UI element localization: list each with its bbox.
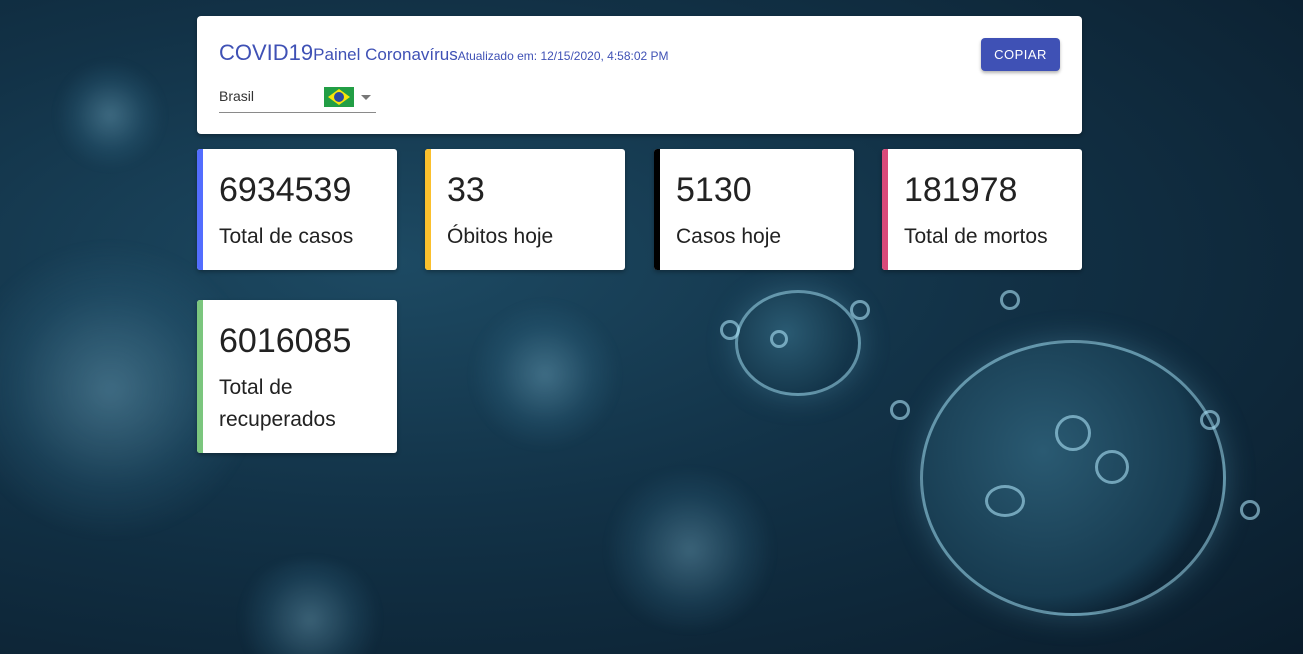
updated-timestamp: Atualizado em: 12/15/2020, 4:58:02 PM	[457, 49, 669, 63]
stat-card-total-recovered: 6016085 Total de recuperados	[197, 300, 397, 453]
virus-illustration	[920, 340, 1226, 616]
stat-card-cases-today: 5130 Casos hoje	[654, 149, 854, 270]
stat-card-total-deaths: 181978 Total de mortos	[882, 149, 1082, 270]
stat-value: 6934539	[219, 171, 352, 209]
brazil-flag-icon	[324, 87, 354, 107]
app-subtitle: Painel Coronavírus	[313, 45, 458, 64]
stat-color-bar	[425, 149, 431, 270]
virus-spike	[770, 330, 788, 348]
stat-label: Total de recuperados	[219, 376, 336, 431]
stat-value: 33	[447, 171, 485, 209]
stat-label: Óbitos hoje	[447, 225, 554, 248]
virus-spike	[1240, 500, 1260, 520]
caret-down-icon[interactable]	[361, 95, 371, 100]
app-title: COVID19	[219, 40, 314, 65]
stat-card-total-cases: 6934539 Total de casos	[197, 149, 397, 270]
stat-color-bar	[654, 149, 660, 270]
virus-spike	[1095, 450, 1129, 484]
virus-spike	[890, 400, 910, 420]
stat-color-bar	[882, 149, 888, 270]
virus-spike	[1200, 410, 1220, 430]
title-row: COVID19 Painel Coronavírus Atualizado em…	[219, 40, 669, 66]
stat-value: 181978	[904, 171, 1018, 209]
country-selected-value: Brasil	[219, 88, 255, 104]
country-select[interactable]: Brasil	[219, 84, 376, 113]
stat-label: Total de casos	[219, 225, 354, 248]
virus-spike	[850, 300, 870, 320]
stat-label: Total de mortos	[904, 225, 1048, 248]
stat-card-deaths-today: 33 Óbitos hoje	[425, 149, 625, 270]
header-card: COVID19 Painel Coronavírus Atualizado em…	[197, 16, 1082, 134]
copy-button[interactable]: COPIAR	[981, 38, 1060, 71]
stat-color-bar	[197, 300, 203, 453]
virus-illustration	[230, 560, 390, 654]
virus-illustration	[470, 300, 620, 450]
virus-spike	[985, 485, 1025, 517]
virus-spike	[1000, 290, 1020, 310]
stat-color-bar	[197, 149, 203, 270]
virus-spike	[1055, 415, 1091, 451]
virus-spike	[720, 320, 740, 340]
stat-value: 5130	[676, 171, 752, 209]
stat-label: Casos hoje	[676, 225, 782, 248]
stat-value: 6016085	[219, 322, 352, 360]
virus-illustration	[600, 470, 780, 630]
virus-illustration	[735, 290, 861, 396]
virus-illustration	[55, 60, 165, 170]
